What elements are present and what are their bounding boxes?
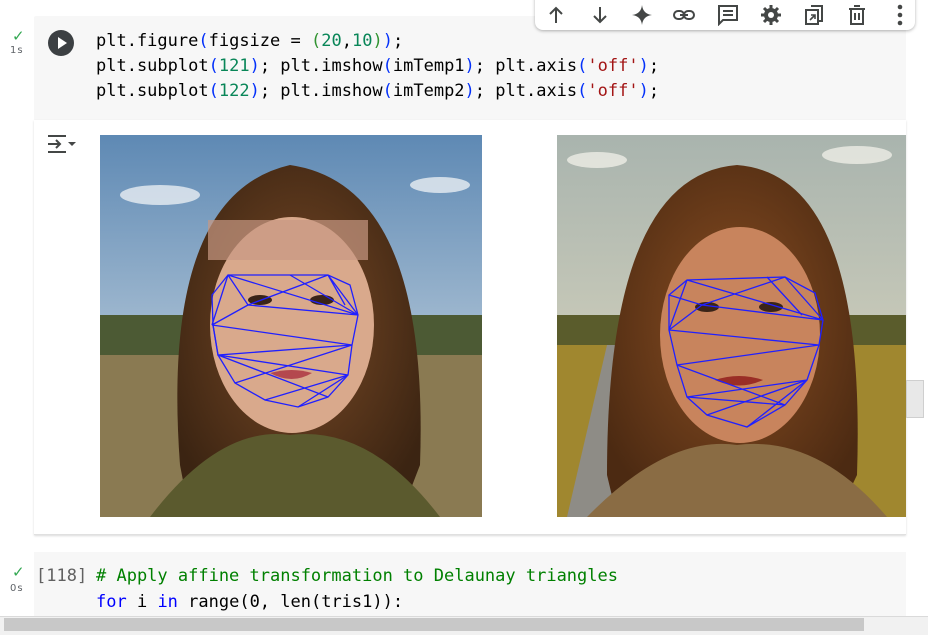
vertical-scroll-thumb[interactable]	[906, 380, 924, 418]
code-line-2: for i in range(0, len(tris1)):	[96, 592, 404, 612]
code-cell[interactable]: [118] # Apply affine transformation to D…	[34, 552, 906, 616]
output-image-2	[557, 135, 906, 517]
execution-count: [118]	[36, 566, 88, 586]
cell-duration: 0s	[10, 583, 24, 594]
code-line-3: plt.subplot(122); plt.imshow(imTemp2); p…	[96, 81, 660, 101]
arrow-up-icon[interactable]	[541, 0, 571, 30]
gear-icon[interactable]	[756, 0, 786, 30]
comment-icon[interactable]	[713, 0, 743, 30]
output-image-1	[100, 135, 482, 517]
code-line-1: # Apply affine transformation to Delauna…	[96, 566, 618, 586]
sparkle-icon[interactable]	[627, 0, 657, 30]
horizontal-scroll-thumb[interactable]	[4, 618, 864, 631]
link-icon[interactable]	[669, 0, 699, 30]
more-vert-icon[interactable]	[885, 0, 915, 30]
code-editor[interactable]: plt.figure(figsize = (20,10)); plt.subpl…	[88, 16, 906, 120]
code-line-1: plt.figure(figsize = (20,10));	[96, 31, 404, 51]
open-in-tab-icon[interactable]	[799, 0, 829, 30]
cell-duration: 1s	[10, 45, 24, 56]
code-line-2: plt.subplot(121); plt.imshow(imTemp1); p…	[96, 56, 660, 76]
success-check-icon: ✓	[12, 27, 25, 45]
arrow-down-icon[interactable]	[585, 0, 615, 30]
trash-icon[interactable]	[842, 0, 872, 30]
run-cell-button[interactable]	[48, 30, 74, 56]
output-menu-icon[interactable]	[46, 132, 76, 158]
success-check-icon: ✓	[12, 563, 25, 581]
cell-toolbar	[535, 0, 915, 30]
